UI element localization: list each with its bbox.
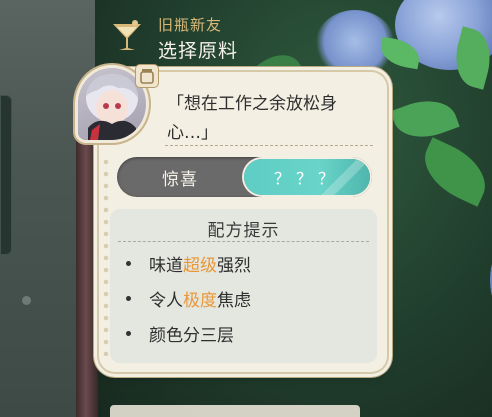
side-panel-edge xyxy=(0,95,12,255)
toggle-option-unknown[interactable]: ？？？ xyxy=(244,159,370,195)
bullet xyxy=(126,330,131,336)
hint-highlight: 极度 xyxy=(183,290,217,311)
hint-text: 味道 xyxy=(149,255,183,276)
page-title: 选择原料 xyxy=(158,40,239,62)
list-item: 颜色分三层 xyxy=(126,321,234,346)
wooden-post xyxy=(76,120,98,417)
bullet xyxy=(126,295,131,301)
bottom-panel-edge xyxy=(110,405,360,417)
toggle-option-surprise[interactable]: 惊喜 xyxy=(117,157,243,197)
mode-toggle[interactable]: 惊喜 ？？？ xyxy=(117,157,372,197)
list-item: 令人 极度 焦虑 xyxy=(126,286,251,311)
background-dot xyxy=(22,296,31,305)
recipe-hints-panel: 配方提示 味道 超级 强烈 令人 极度 焦虑 颜色分三层 xyxy=(110,209,377,363)
hint-text: 颜色分三层 xyxy=(149,325,234,346)
character-quote: 「想在工作之余放松身心…」 xyxy=(167,94,337,143)
hint-highlight: 超级 xyxy=(183,255,217,276)
divider xyxy=(118,241,369,242)
divider xyxy=(165,145,373,146)
bullet xyxy=(126,260,131,266)
list-item: 味道 超级 强烈 xyxy=(126,251,251,276)
jar-icon xyxy=(136,65,158,87)
hint-text: 强烈 xyxy=(217,255,251,276)
mission-subtitle: 旧瓶新友 xyxy=(158,16,223,34)
hints-title: 配方提示 xyxy=(207,221,280,241)
hint-text: 令人 xyxy=(149,290,183,311)
cocktail-glass-icon xyxy=(113,20,141,50)
hint-text: 焦虑 xyxy=(217,290,251,311)
card-edge-decoration xyxy=(103,156,109,356)
